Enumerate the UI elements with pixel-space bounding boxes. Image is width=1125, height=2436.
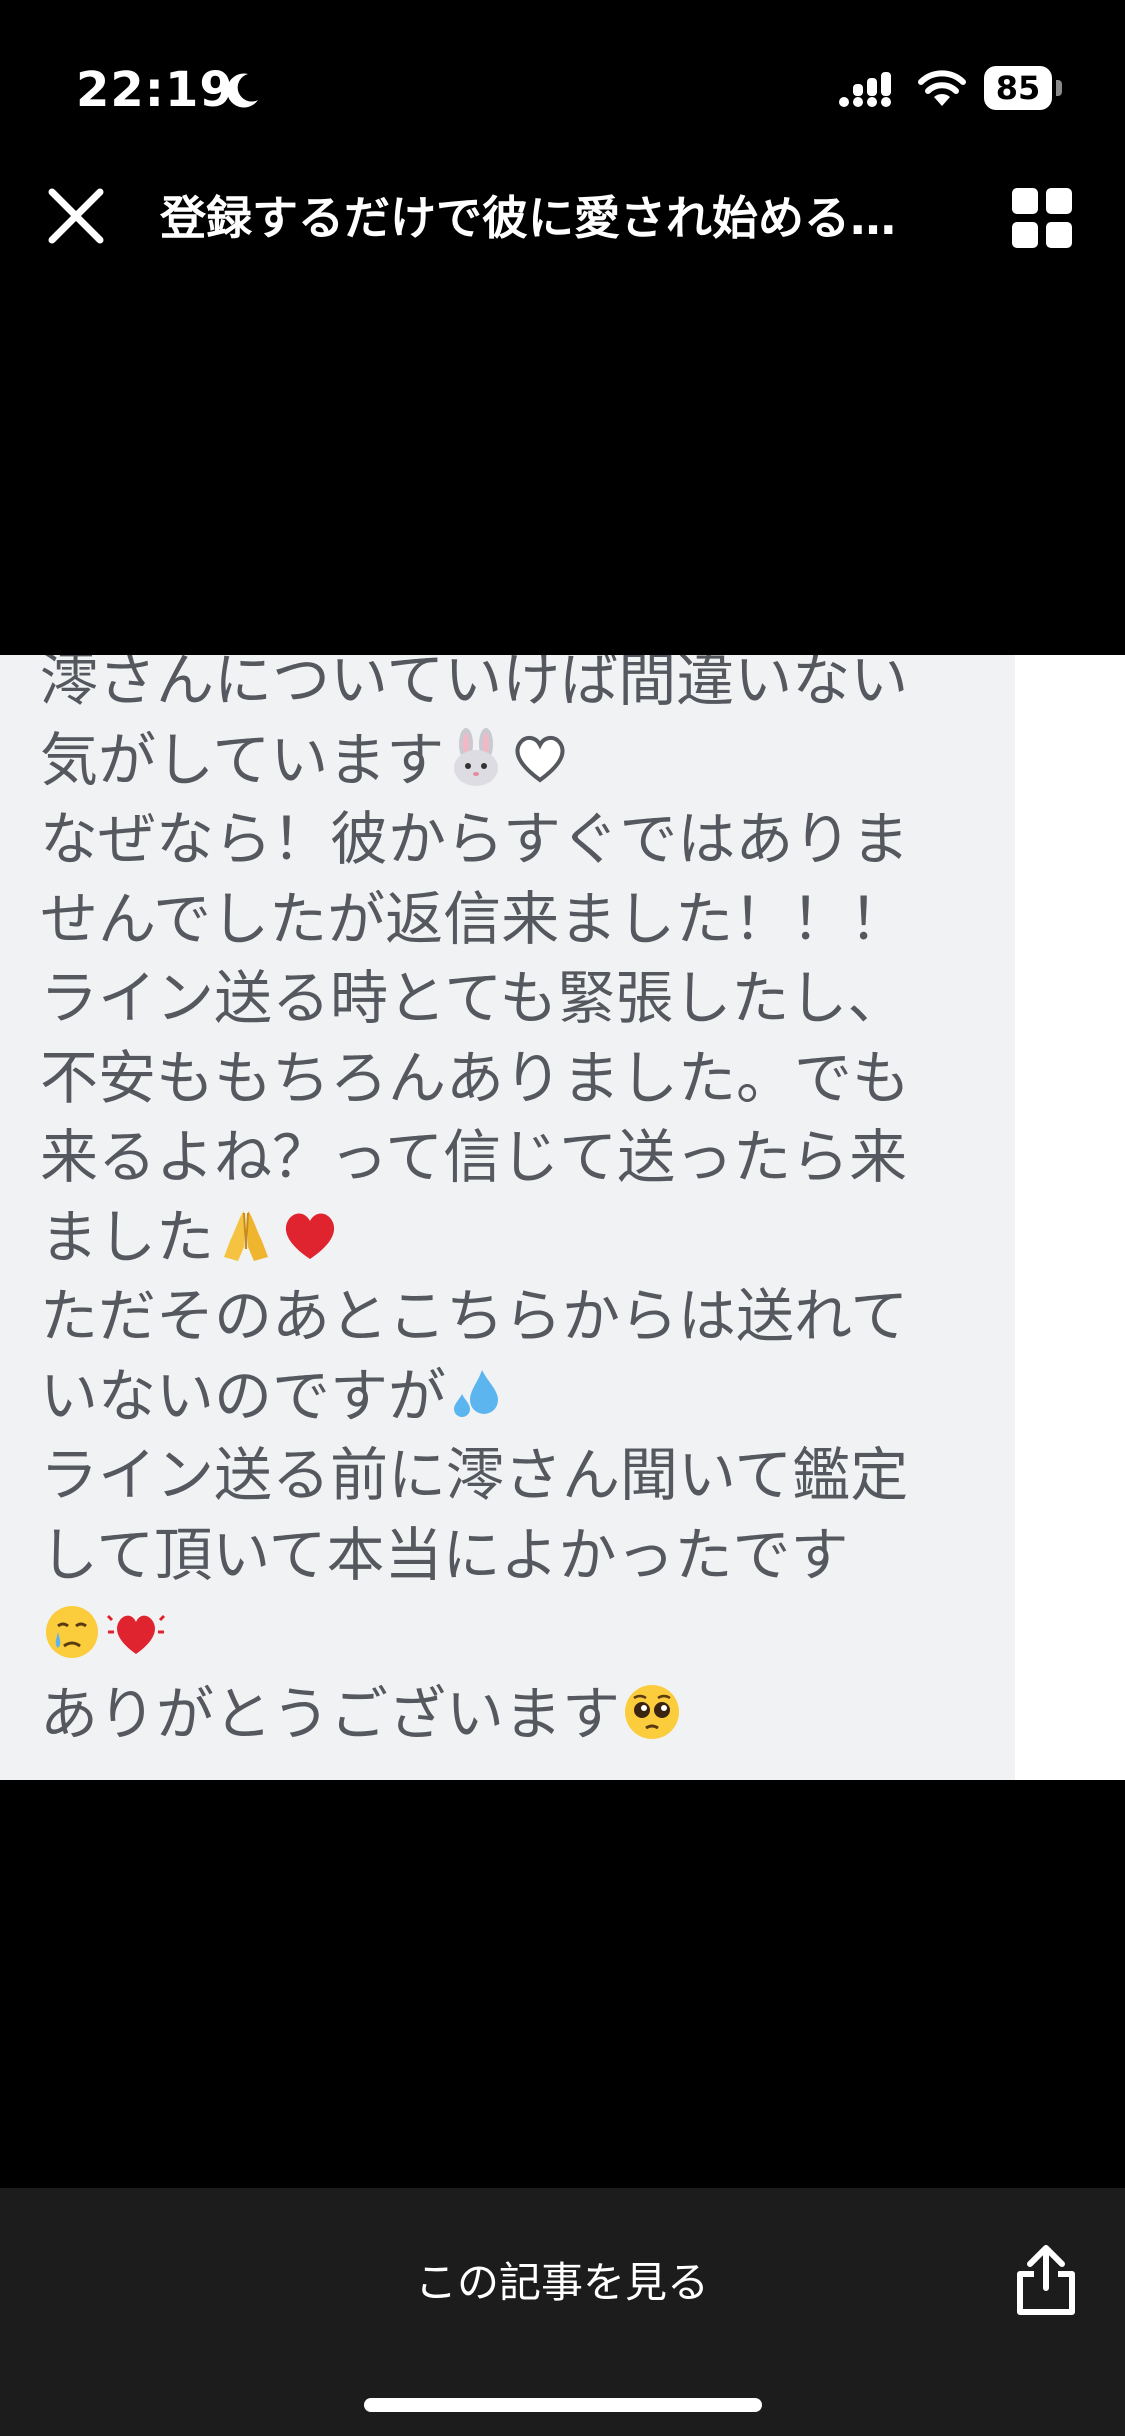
story-header: 登録するだけで彼に愛され始める… [0,160,1125,270]
view-article-button[interactable]: この記事を見る [362,2238,762,2328]
message-line: ありがとうございます [40,1675,1000,1755]
header-title: 登録するだけで彼に愛され始める… [160,191,896,245]
crying-face-emoji-icon [46,1606,98,1658]
message-line: ライン送る前に澪さん聞いて鑑定 [40,1436,1000,1516]
share-icon[interactable] [1010,2242,1082,2318]
battery-tip [1056,80,1062,96]
message-line: ました [40,1198,1000,1278]
beating-heart-emoji-icon [106,1614,166,1654]
message-line: して頂いて本当によかったです [40,1516,1000,1596]
message-line-text: 澪さんについていけば間違いない [40,655,909,714]
message-line: ただそのあとこちらからは送れて [40,1277,1000,1357]
message-line: ライン送る時とても緊張したし、 [40,959,1000,1039]
message-line-text: なぜなら！彼からすぐではありま [40,805,910,873]
message-line-text: 来るよね？って信じて送ったら来 [40,1123,908,1191]
message-line-text: せんでしたが返信来ました！！！ [40,884,908,953]
close-button[interactable] [40,180,112,252]
close-icon [48,188,104,244]
sweat-droplets-emoji-icon [454,1369,499,1417]
battery-indicator: 85 [984,66,1064,110]
white-heart-emoji-icon [515,735,565,782]
moon-icon [226,73,258,108]
message-line [40,1595,1000,1675]
message-line: 来るよね？って信じて送ったら来 [40,1118,1000,1198]
message-text: 澪さんについていけば間違いない 気がしています なぜなら！彼からすぐではありま [40,655,1000,1754]
message-line-text: ライン送る前に澪さん聞いて鑑定 [40,1441,909,1509]
red-heart-emoji-icon [285,1212,335,1259]
message-panel: 澪さんについていけば間違いない 気がしています なぜなら！彼からすぐではありま [0,655,1015,1780]
home-indicator[interactable] [364,2398,762,2412]
bottom-bar: この記事を見る [0,2188,1125,2436]
article-image: 澪さんについていけば間違いない 気がしています なぜなら！彼からすぐではありま [0,655,1125,1780]
message-line: いないのですが [40,1357,1000,1437]
message-line-text: ありがとうございます [40,1679,621,1748]
rabbit-emoji-icon [454,727,499,786]
status-bar: 22:19 85 [0,0,1125,150]
message-line: せんでしたが返信来ました！！！ [40,880,1000,960]
message-line-text: ただそのあとこちらからは送れて [40,1282,909,1350]
message-line-text: して頂いて本当によかったです [40,1520,849,1589]
folded-hands-emoji-icon [224,1210,269,1261]
message-line-text: 気がしています [40,725,445,794]
message-line-text: ました [40,1202,215,1271]
message-line-text: 不安ももちろんありました。でも [40,1043,911,1112]
message-line-text: いないのですが [40,1361,447,1430]
pleading-face-emoji-icon [625,1684,680,1739]
grid-menu-icon[interactable] [1010,186,1074,250]
message-line: 不安ももちろんありました。でも [40,1039,1000,1119]
wifi-icon [918,70,966,106]
message-line-text: ライン送る時とても緊張したし、 [40,964,906,1032]
battery-level: 85 [984,66,1052,110]
message-line: 気がしています [40,721,1000,801]
cellular-signal-icon [839,72,891,107]
status-time: 22:19 [76,62,234,118]
message-line: 澪さんについていけば間違いない [40,655,1000,721]
message-line: なぜなら！彼からすぐではありま [40,800,1000,880]
